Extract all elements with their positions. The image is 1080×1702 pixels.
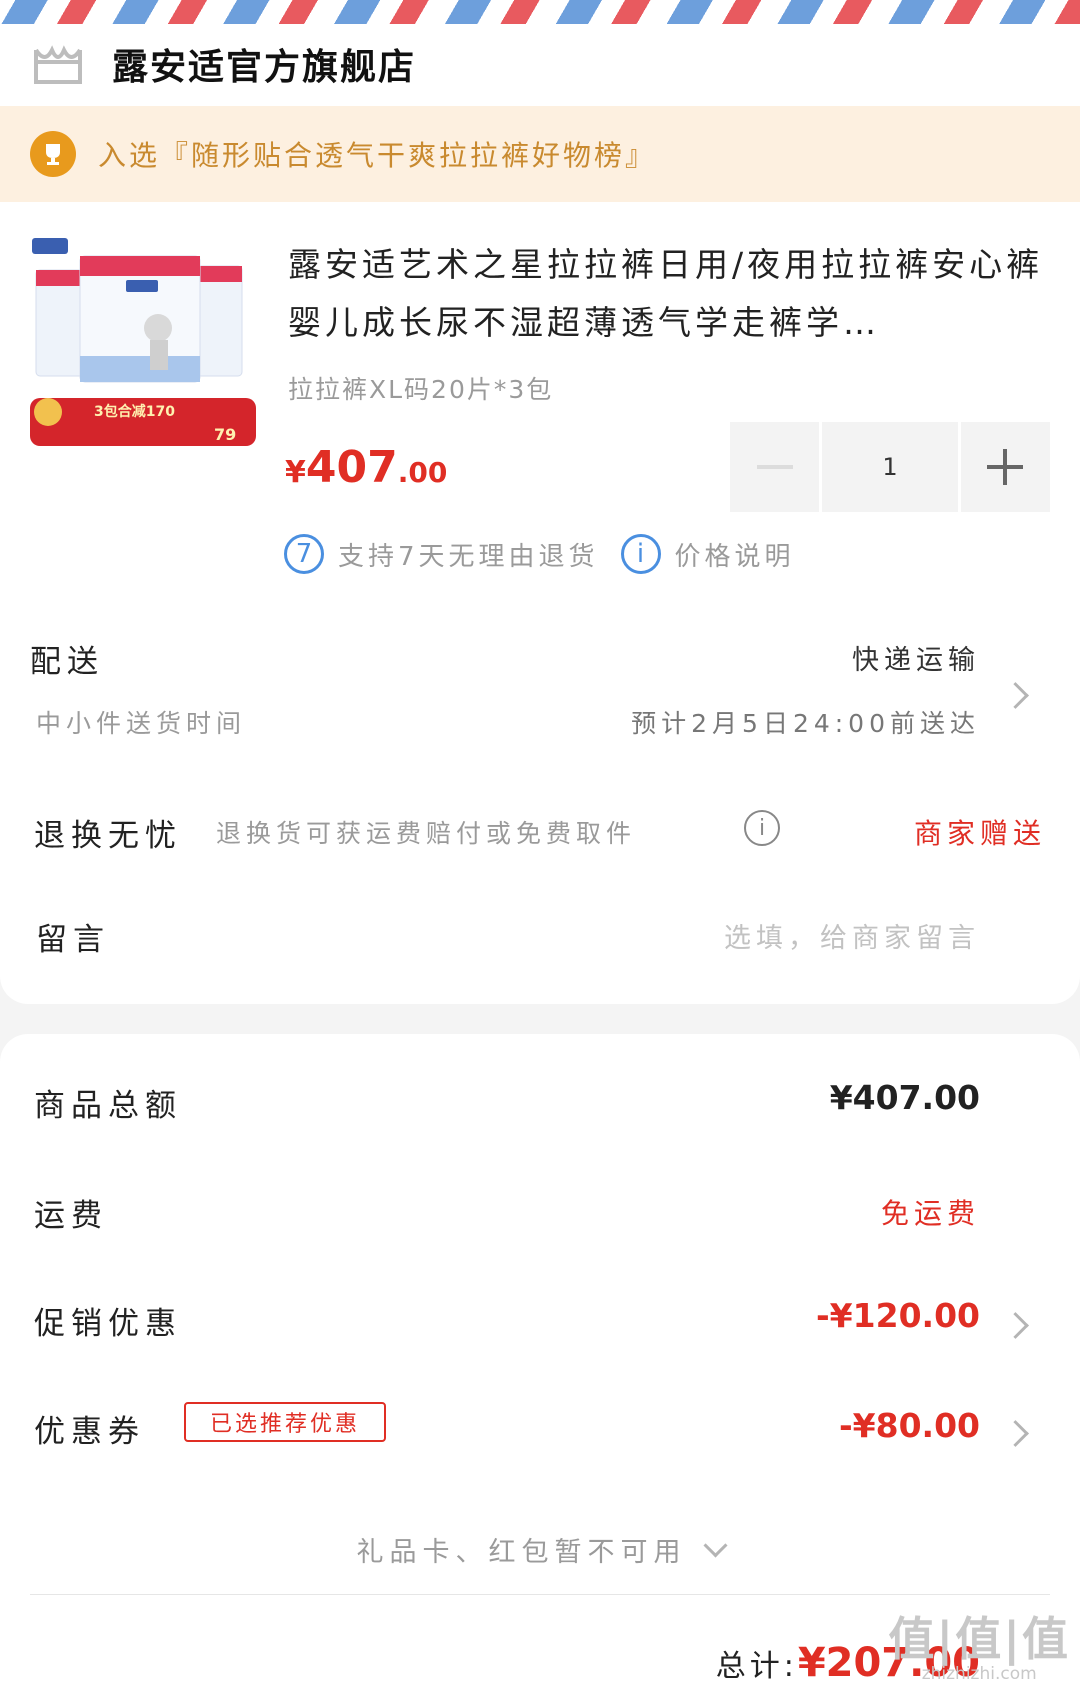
order-summary-card: 商品总额 ¥407.00 运费 免运费 促销优惠 -¥120.00 优惠券 已选…	[0, 1034, 1080, 1702]
increase-button[interactable]	[960, 422, 1051, 512]
trophy-icon	[30, 131, 76, 177]
returns-label: 退换无忧	[34, 818, 182, 854]
price-decimal: .00	[397, 456, 448, 489]
seven-day-return-label[interactable]: 支持7天无理由退货	[338, 536, 599, 573]
promo-chevron-icon[interactable]	[1002, 1312, 1029, 1339]
airmail-border	[0, 0, 1080, 24]
quantity-input[interactable]: 1	[822, 422, 958, 512]
seven-day-return-icon: 7	[284, 534, 324, 574]
coupon-label: 优惠券	[34, 1414, 145, 1450]
plus-icon	[987, 449, 1024, 485]
shipping-value: 免运费	[880, 1197, 980, 1230]
returns-desc: 退换货可获运费赔付或免费取件	[216, 819, 637, 848]
thumb-promo-text: 3包合减170	[94, 403, 175, 420]
ranking-text: 入选『随形贴合透气干爽拉拉裤好物榜』	[98, 139, 657, 172]
minus-icon	[756, 465, 793, 469]
price-info-icon: i	[620, 534, 661, 574]
delivery-method[interactable]: 快递运输	[852, 638, 980, 677]
message-label: 留言	[36, 922, 110, 958]
ranking-banner[interactable]: 入选『随形贴合透气干爽拉拉裤好物榜』	[0, 106, 1080, 202]
service-badges: 7 支持7天无理由退货 i 价格说明	[284, 534, 795, 574]
shop-header[interactable]: 露安适官方旗舰店	[30, 24, 416, 104]
order-item-card: 露安适官方旗舰店 入选『随形贴合透气干爽拉拉裤好物榜』 3包合减170 79 露…	[0, 24, 1080, 1004]
delivery-estimate: 预计2月5日24:00前送达	[631, 709, 980, 738]
message-input[interactable]: 选填，给商家留言	[724, 916, 980, 955]
delivery-chevron-icon[interactable]	[1002, 682, 1029, 709]
price-integer: 407	[305, 442, 398, 493]
coupon-tag: 已选推荐优惠	[184, 1402, 386, 1442]
returns-value: 商家赠送	[913, 817, 1046, 850]
total-label: 总计:	[715, 1649, 798, 1684]
delivery-time-label: 中小件送货时间	[36, 709, 247, 738]
gift-card-toggle[interactable]: 礼品卡、红包暂不可用	[0, 1530, 1080, 1569]
product-title[interactable]: 露安适艺术之星拉拉裤日用/夜用拉拉裤安心裤婴儿成长尿不湿超薄透气学走裤学…	[288, 236, 1053, 352]
decrease-button[interactable]	[730, 422, 820, 512]
watermark-url: zhizhizhi.com	[921, 1664, 1037, 1684]
watermark-logo: 值|值|值	[888, 1612, 1070, 1666]
price-symbol: ¥	[285, 455, 306, 490]
shipping-label: 运费	[34, 1198, 108, 1234]
goods-total-label: 商品总额	[34, 1088, 182, 1124]
goods-total-value: ¥407.00	[829, 1078, 980, 1117]
product-price: ¥407.00	[285, 442, 447, 493]
quantity-stepper: 1	[730, 422, 1051, 512]
price-info-label[interactable]: 价格说明	[675, 536, 795, 573]
coupon-value[interactable]: -¥80.00	[839, 1406, 980, 1445]
thumb-price-text: 79	[214, 425, 236, 444]
shop-icon	[30, 42, 86, 86]
gift-card-note: 礼品卡、红包暂不可用	[356, 1537, 687, 1568]
coupon-chevron-icon[interactable]	[1002, 1420, 1029, 1447]
promo-value[interactable]: -¥120.00	[816, 1296, 980, 1335]
site-watermark: 值|值|值 zhizhizhi.com	[888, 1614, 1070, 1684]
promo-label: 促销优惠	[34, 1306, 182, 1342]
delivery-label: 配送	[30, 644, 104, 680]
shop-name: 露安适官方旗舰店	[112, 47, 417, 88]
chevron-down-icon	[702, 1533, 728, 1558]
product-sku[interactable]: 拉拉裤XL码20片*3包	[288, 370, 553, 406]
product-thumbnail[interactable]: 3包合减170 79	[30, 232, 256, 458]
summary-divider	[30, 1594, 1050, 1595]
info-icon[interactable]: i	[744, 810, 780, 846]
